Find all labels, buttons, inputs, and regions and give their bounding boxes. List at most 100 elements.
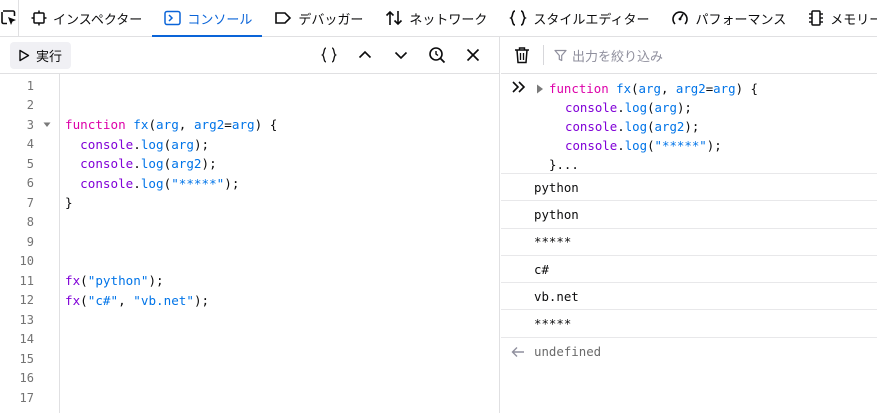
log-message: python	[501, 201, 877, 229]
command-line-5: }...	[549, 155, 579, 174]
code-line-7: }	[65, 193, 73, 213]
punct: );	[148, 273, 164, 288]
tab-label: パフォーマンス	[695, 12, 787, 28]
history-previous-button[interactable]	[347, 40, 383, 70]
log-text: python	[534, 206, 579, 222]
command-line-4: console.log("*****");	[565, 136, 722, 155]
console-output-pane: 出力を絞り込み function fx(arg, arg2=arg) { con…	[501, 37, 877, 413]
run-button[interactable]: 実行	[10, 41, 72, 69]
tab-performance[interactable]: パフォーマンス	[659, 0, 796, 36]
tab-style-editor[interactable]: スタイルエディター	[497, 0, 659, 36]
chevron-down-icon	[394, 51, 408, 60]
style-editor-icon	[509, 10, 528, 26]
log-text: *****	[534, 234, 572, 250]
punct: .	[617, 119, 625, 134]
method-name: log	[140, 175, 164, 191]
line-number: 8	[26, 215, 34, 229]
tab-label: コンソール	[187, 12, 253, 28]
line-number: 13	[19, 312, 34, 327]
line-number: 7	[26, 195, 34, 210]
console-messages: function fx(arg, arg2=arg) { console.log…	[501, 74, 877, 413]
fold-toggle-icon[interactable]	[42, 116, 52, 136]
string-literal: "*****"	[654, 138, 707, 153]
chevron-up-icon	[358, 50, 372, 59]
history-search-icon	[429, 47, 446, 64]
devtools-tabbar: インスペクター コンソール デバッガー ネットワーク スタイルエディター パフォ…	[0, 0, 877, 37]
code-line-6: console.log("*****");	[65, 174, 239, 194]
log-message: *****	[501, 311, 877, 338]
line-number: 14	[19, 332, 34, 346]
tab-label: デバッガー	[298, 12, 364, 28]
console-object: console	[80, 175, 134, 191]
funnel-icon	[554, 49, 567, 61]
tab-label: インスペクター	[53, 12, 143, 28]
line-number: 12	[19, 293, 34, 307]
line-number: 9	[26, 234, 34, 249]
element-picker-button[interactable]	[0, 0, 19, 36]
tab-debugger[interactable]: デバッガー	[262, 0, 373, 36]
method-name: log	[624, 138, 648, 153]
method-name: log	[624, 119, 648, 134]
filter-input[interactable]: 出力を絞り込み	[554, 46, 663, 65]
string-literal: "vb.net"	[133, 292, 194, 308]
console-icon	[164, 10, 182, 26]
method-name: log	[140, 136, 164, 152]
line-number: 3	[26, 117, 34, 132]
punct: ,	[118, 292, 134, 308]
method-name: log	[140, 156, 164, 171]
punct: =	[224, 117, 232, 132]
log-message: vb.net	[501, 283, 877, 311]
line-number: 10	[19, 254, 34, 268]
param: arg	[231, 117, 255, 132]
punct: );	[193, 136, 210, 152]
network-icon	[386, 10, 403, 26]
variable: arg2	[171, 156, 202, 171]
punct: );	[676, 100, 692, 115]
punct: );	[224, 175, 240, 191]
punct: (	[647, 119, 655, 134]
tab-label: メモリー	[830, 12, 877, 28]
reverse-search-button[interactable]	[419, 40, 455, 70]
filter-placeholder: 出力を絞り込み	[572, 49, 664, 65]
line-number: 15	[19, 351, 34, 366]
tab-inspector[interactable]: インスペクター	[19, 0, 152, 36]
method-name: log	[624, 100, 648, 115]
log-message: c#	[501, 256, 877, 284]
line-number: 6	[26, 176, 34, 190]
code-line-3: function fx(arg, arg2=arg) {	[65, 115, 277, 135]
line-number: 11	[19, 273, 34, 288]
close-editor-button[interactable]	[455, 40, 491, 70]
log-text: python	[534, 179, 579, 195]
code-line-5: console.log(arg2);	[65, 154, 217, 174]
punct: );	[684, 119, 700, 134]
punct: ,	[660, 81, 676, 96]
command-entry[interactable]: function fx(arg, arg2=arg) { console.log…	[501, 74, 877, 174]
console-object: console	[565, 138, 618, 153]
tab-console[interactable]: コンソール	[152, 0, 263, 37]
code-line-4: console.log(arg);	[65, 135, 209, 155]
clear-console-button[interactable]	[511, 43, 533, 67]
punct: .	[133, 136, 141, 152]
result-text: undefined	[534, 343, 602, 359]
punct: );	[201, 156, 217, 171]
evaluation-result: undefined	[501, 338, 877, 365]
call-name: fx	[65, 273, 81, 288]
punct: );	[706, 138, 722, 153]
keyword: function	[65, 117, 126, 132]
tab-memory[interactable]: メモリー	[796, 0, 877, 36]
editor-body[interactable]: 1 2 3 4 5 6 7 8 9 10 11 12 13 14 15 16 17 function fx(ar…	[0, 74, 499, 413]
expand-triangle-icon[interactable]	[536, 84, 544, 94]
debugger-icon	[275, 12, 292, 24]
tab-label: ネットワーク	[409, 12, 488, 28]
variable: arg2	[654, 119, 685, 134]
param: arg	[638, 81, 661, 96]
pretty-print-button[interactable]	[311, 40, 347, 70]
history-next-button[interactable]	[383, 40, 419, 70]
play-icon	[19, 49, 30, 61]
punct: (	[148, 117, 157, 132]
punct: (	[80, 273, 88, 288]
tab-network[interactable]: ネットワーク	[373, 0, 497, 36]
line-number: 2	[26, 98, 34, 112]
punct: .	[617, 138, 625, 153]
command-line-2: console.log(arg);	[565, 98, 692, 117]
